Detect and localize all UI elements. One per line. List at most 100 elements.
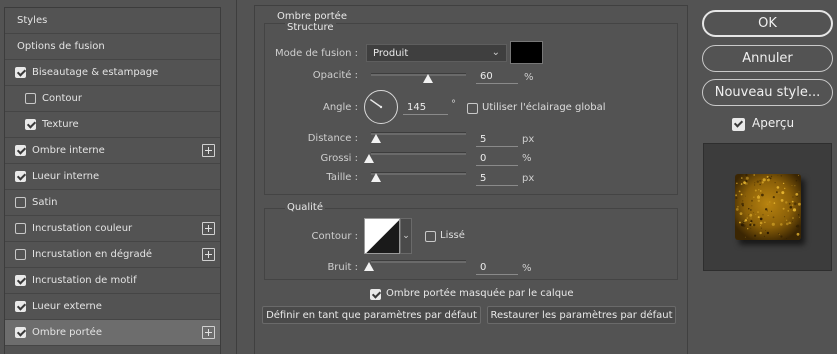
opacity-input[interactable]: 60	[476, 70, 518, 84]
style-checkbox[interactable]	[25, 119, 36, 130]
shadow-color-swatch[interactable]	[510, 41, 543, 64]
chevron-down-icon: ⌄	[491, 47, 500, 58]
distance-slider-thumb[interactable]	[371, 134, 381, 143]
noise-slider-thumb[interactable]	[364, 262, 374, 271]
add-effect-plus-icon[interactable]	[202, 248, 215, 261]
style-list-item[interactable]: Styles	[5, 8, 220, 34]
angle-dial[interactable]	[364, 90, 398, 124]
noise-input[interactable]: 0	[476, 261, 518, 275]
style-list-item[interactable]: Incrustation en dégradé	[5, 242, 220, 268]
panel-divider	[236, 0, 237, 354]
opacity-unit: %	[524, 72, 534, 83]
style-checkbox[interactable]	[15, 197, 26, 208]
spread-slider-thumb[interactable]	[364, 154, 374, 163]
style-list-item[interactable]: Ombre interne	[5, 138, 220, 164]
preview-box	[703, 143, 832, 271]
style-list-item-label: Ombre portée	[32, 327, 102, 338]
blend-mode-value: Produit	[373, 47, 409, 59]
add-effect-plus-icon[interactable]	[202, 222, 215, 235]
quality-title: Qualité	[285, 202, 325, 213]
style-list-item-label: Satin	[32, 197, 58, 208]
style-checkbox[interactable]	[15, 327, 26, 338]
style-checkbox[interactable]	[15, 171, 26, 182]
size-input[interactable]: 5	[476, 172, 518, 186]
style-checkbox[interactable]	[15, 301, 26, 312]
cancel-button[interactable]: Annuler	[702, 45, 833, 72]
style-list-item[interactable]: Contour	[5, 86, 220, 112]
style-list-item-label: Ombre interne	[32, 145, 105, 156]
distance-unit: px	[522, 134, 535, 145]
add-effect-plus-icon[interactable]	[202, 144, 215, 157]
noise-label: Bruit :	[327, 262, 358, 273]
style-list-item-label: Incrustation couleur	[32, 223, 133, 234]
distance-label: Distance :	[307, 133, 358, 144]
distance-input[interactable]: 5	[476, 133, 518, 147]
style-list-item-label: Biseautage & estampage	[32, 67, 159, 78]
style-list-item-label: Incrustation de motif	[32, 275, 137, 286]
spread-slider-track[interactable]	[371, 152, 466, 155]
size-slider-thumb[interactable]	[371, 173, 381, 182]
contour-preview[interactable]	[364, 218, 400, 254]
style-list-item[interactable]: Satin	[5, 190, 220, 216]
style-list-item[interactable]: Incrustation couleur	[5, 216, 220, 242]
style-checkbox[interactable]	[15, 67, 26, 78]
knockout-label: Ombre portée masquée par le calque	[386, 288, 574, 299]
style-list-item[interactable]: Biseautage & estampage	[5, 60, 220, 86]
knockout-checkbox[interactable]	[370, 289, 381, 300]
contour-label: Contour :	[311, 231, 358, 242]
style-checkbox[interactable]	[15, 223, 26, 234]
blend-mode-label: Mode de fusion :	[275, 48, 358, 59]
style-list-item-label: Options de fusion	[17, 41, 105, 52]
angle-input[interactable]: 145	[403, 101, 448, 115]
spread-unit: %	[522, 153, 532, 164]
add-effect-plus-icon[interactable]	[202, 326, 215, 339]
style-list-item[interactable]: Texture	[5, 112, 220, 138]
preview-label: Aperçu	[752, 116, 795, 130]
reset-default-button[interactable]: Restaurer les paramètres par défaut	[487, 306, 676, 324]
style-list-item-label: Lueur interne	[32, 171, 100, 182]
ok-button[interactable]: OK	[702, 10, 833, 37]
preview-checkbox[interactable]	[732, 118, 745, 131]
opacity-label: Opacité :	[312, 70, 358, 81]
new-style-button[interactable]: Nouveau style...	[702, 79, 833, 106]
noise-slider-track[interactable]	[371, 260, 466, 263]
preview-swatch	[735, 174, 801, 240]
spread-label: Grossi :	[320, 153, 358, 164]
contour-dropdown-chevron[interactable]: ⌄	[400, 218, 412, 254]
style-list-item[interactable]: Ombre portée	[5, 320, 220, 346]
antialias-label: Lissé	[440, 230, 465, 241]
style-list-item[interactable]: Incrustation de motif	[5, 268, 220, 294]
size-unit: px	[522, 173, 535, 184]
global-light-label: Utiliser l'éclairage global	[482, 102, 606, 113]
style-list-item[interactable]: Lueur externe	[5, 294, 220, 320]
angle-label: Angle :	[322, 102, 358, 113]
size-label: Taille :	[326, 172, 358, 183]
size-slider-track[interactable]	[371, 172, 466, 175]
opacity-slider-track[interactable]	[371, 73, 466, 76]
style-checkbox[interactable]	[15, 275, 26, 286]
style-list-item-label: Texture	[42, 119, 79, 130]
style-list-item[interactable]: Lueur interne	[5, 164, 220, 190]
noise-unit: %	[522, 263, 532, 274]
structure-title: Structure	[285, 22, 336, 33]
drop-shadow-panel: Ombre portée Structure Mode de fusion : …	[254, 5, 688, 354]
blend-mode-dropdown[interactable]: Produit ⌄	[366, 44, 507, 62]
distance-slider-track[interactable]	[371, 132, 466, 135]
global-light-checkbox[interactable]	[467, 103, 478, 114]
style-checkbox[interactable]	[25, 93, 36, 104]
antialias-checkbox[interactable]	[425, 231, 436, 242]
angle-unit: °	[451, 99, 456, 110]
style-list-item-label: Lueur externe	[32, 301, 102, 312]
spread-input[interactable]: 0	[476, 152, 518, 166]
opacity-slider-thumb[interactable]	[423, 74, 433, 83]
style-list-item-label: Contour	[42, 93, 82, 104]
style-list-item[interactable]: Options de fusion	[5, 34, 220, 60]
panel-title: Ombre portée	[277, 11, 347, 22]
style-checkbox[interactable]	[15, 249, 26, 260]
chevron-down-icon: ⌄	[402, 231, 410, 241]
set-default-button[interactable]: Définir en tant que paramètres par défau…	[262, 306, 481, 324]
style-list-item-label: Incrustation en dégradé	[32, 249, 153, 260]
styles-list: Styles Options de fusion Biseautage & esta…	[4, 7, 221, 354]
style-checkbox[interactable]	[15, 145, 26, 156]
style-list-item-label: Styles	[17, 15, 48, 26]
